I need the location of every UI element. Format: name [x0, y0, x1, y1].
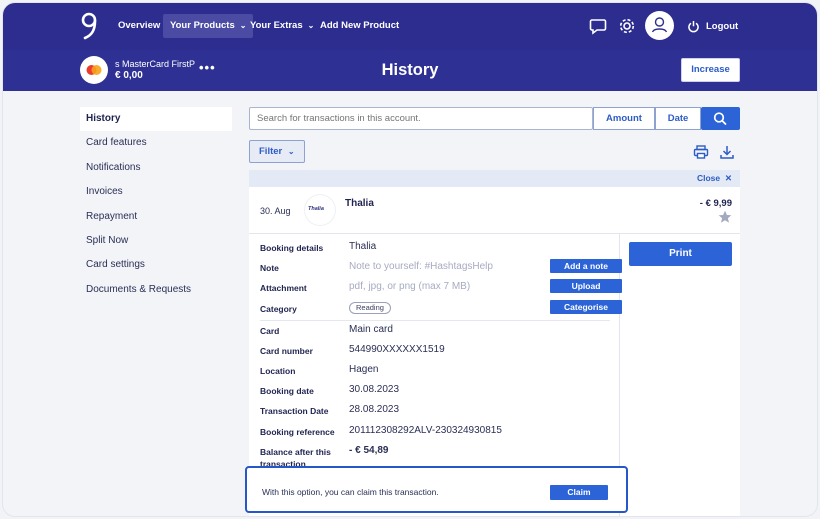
app-window: Overview Your Products ⌄ Your Extras ⌄ Add… — [3, 3, 817, 516]
power-icon — [688, 20, 699, 32]
nav-overview[interactable]: Overview — [111, 14, 167, 38]
category-badge: Reading — [349, 302, 391, 314]
date-filter-button[interactable]: Date — [655, 107, 701, 130]
sidebar-item-documents-requests[interactable]: Documents & Requests — [80, 278, 232, 302]
search-input[interactable] — [249, 107, 593, 130]
search-icon — [713, 112, 727, 125]
user-icon — [651, 17, 668, 33]
sidebar-item-card-features[interactable]: Card features — [80, 131, 232, 155]
brand-logo-icon[interactable] — [80, 12, 98, 40]
transaction-amount: - € 9,99 — [699, 198, 732, 209]
claim-text: With this option, you can claim this tra… — [262, 487, 439, 497]
avatar[interactable] — [645, 11, 674, 40]
close-icon: ✕ — [724, 173, 732, 183]
merchant-logo: Thalia — [305, 195, 335, 225]
printer-icon[interactable] — [693, 144, 709, 160]
sidebar: History Card features Notifications Invo… — [80, 107, 232, 302]
divider — [249, 233, 740, 234]
sidebar-item-history[interactable]: History — [80, 107, 232, 131]
add-note-button[interactable]: Add a note — [550, 259, 622, 273]
nav-your-extras[interactable]: Your Extras ⌄ — [243, 14, 321, 38]
sidebar-item-invoices[interactable]: Invoices — [80, 180, 232, 204]
logout-button[interactable]: Logout — [687, 16, 738, 36]
close-bar: Close ✕ — [249, 170, 740, 187]
amount-filter-button[interactable]: Amount — [593, 107, 655, 130]
categorise-button[interactable]: Categorise — [550, 300, 622, 314]
transaction-date: 30. Aug — [260, 206, 291, 216]
increase-button[interactable]: Increase — [681, 58, 740, 82]
chevron-down-icon: ⌄ — [287, 147, 295, 156]
print-button[interactable]: Print — [629, 242, 732, 266]
close-button[interactable]: Close ✕ — [697, 173, 732, 184]
gear-icon[interactable] — [617, 16, 637, 36]
star-icon[interactable] — [718, 210, 732, 224]
divider — [260, 320, 610, 321]
sidebar-item-card-settings[interactable]: Card settings — [80, 253, 232, 277]
chat-icon[interactable] — [588, 16, 608, 36]
top-nav: Overview Your Products ⌄ Your Extras ⌄ Add… — [3, 3, 817, 50]
filter-button[interactable]: Filter ⌄ — [249, 140, 305, 163]
sidebar-item-split-now[interactable]: Split Now — [80, 229, 232, 253]
search-button[interactable] — [701, 107, 740, 130]
sidebar-item-notifications[interactable]: Notifications — [80, 156, 232, 180]
download-icon[interactable] — [719, 144, 735, 160]
claim-button[interactable]: Claim — [550, 485, 608, 500]
upload-button[interactable]: Upload — [550, 279, 622, 293]
merchant-name: Thalia — [345, 198, 374, 209]
nav-your-products[interactable]: Your Products ⌄ — [163, 14, 254, 38]
note-input[interactable]: Note to yourself: #HashtagsHelp — [349, 261, 493, 272]
claim-section: With this option, you can claim this tra… — [245, 466, 628, 513]
account-header: s MasterCard FirstP € 0,00 ••• History I… — [3, 50, 817, 91]
sidebar-item-repayment[interactable]: Repayment — [80, 205, 232, 229]
transaction-detail-panel: Close ✕ 30. Aug Thalia Thalia - € 9,99 B… — [249, 170, 740, 516]
nav-add-new-product[interactable]: Add New Product — [313, 14, 406, 38]
